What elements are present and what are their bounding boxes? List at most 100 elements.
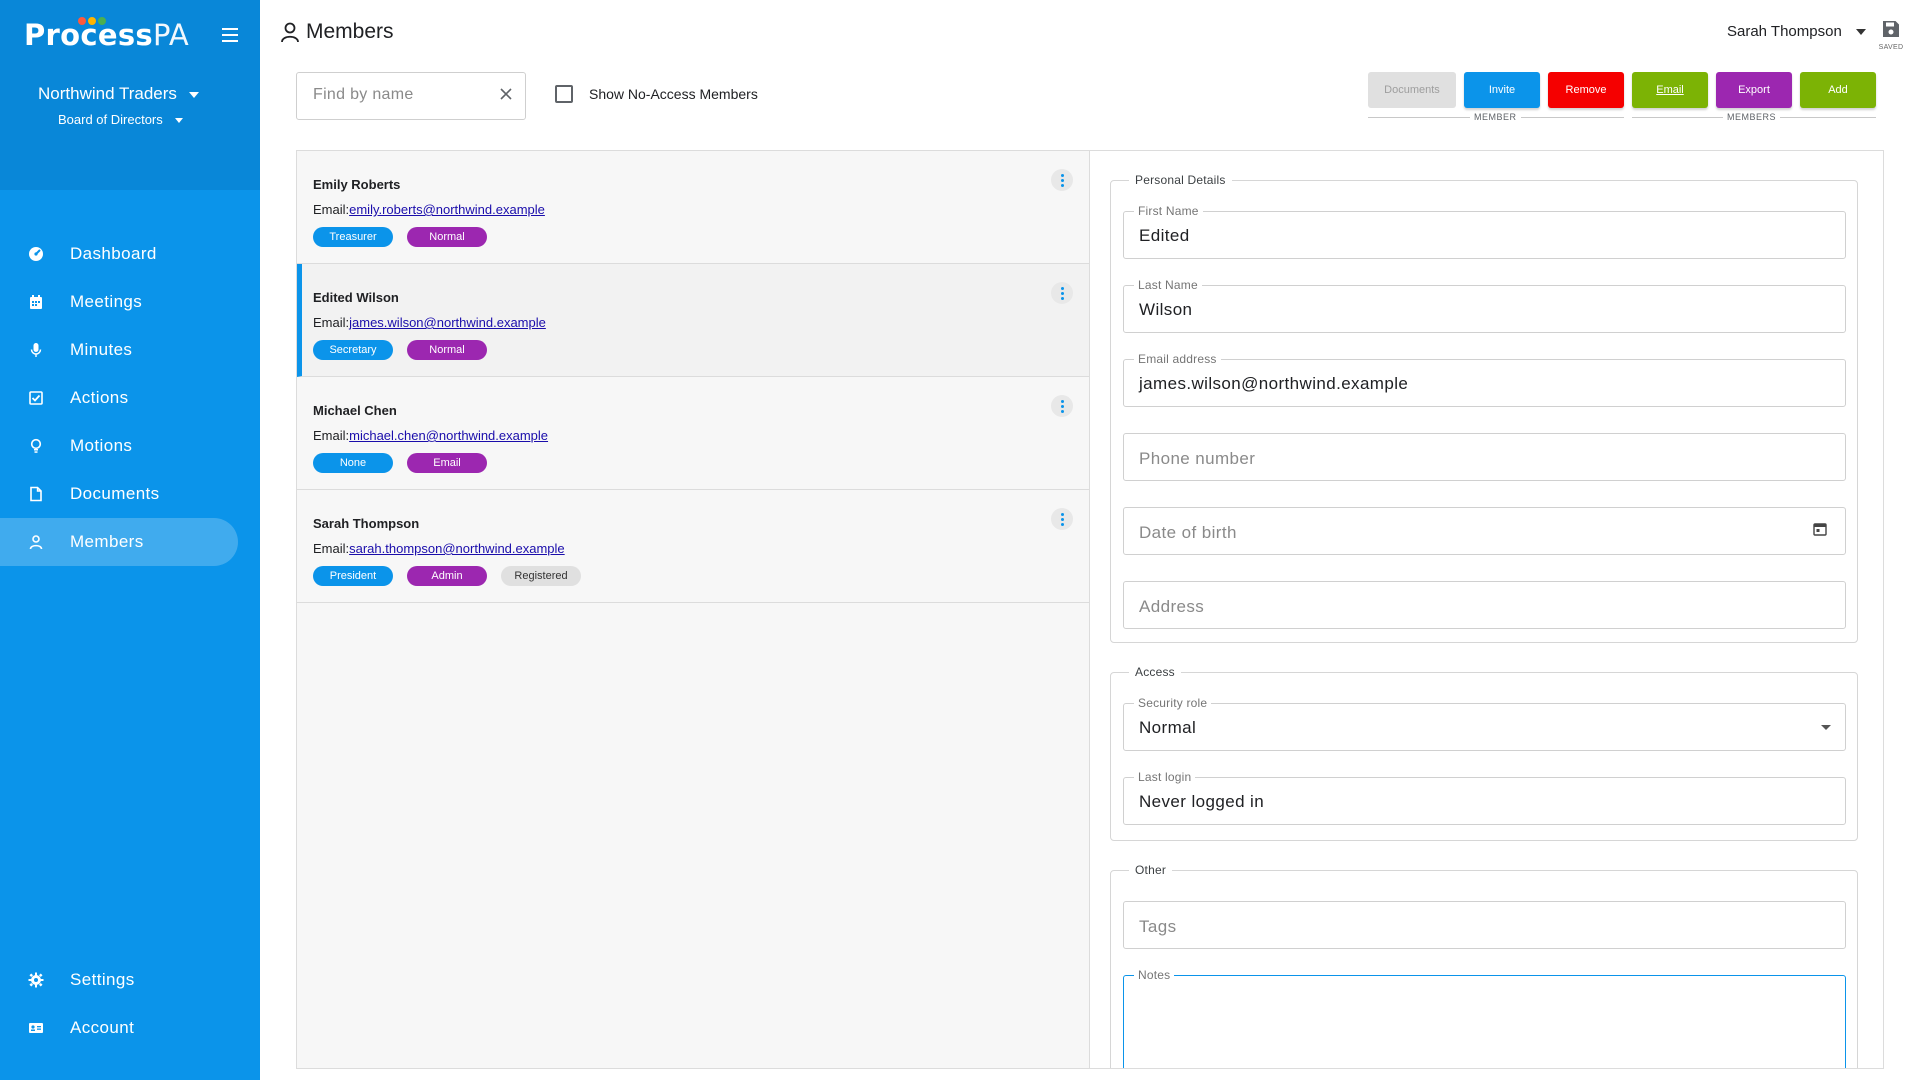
date-of-birth-field[interactable]: Date of birth — [1123, 507, 1846, 555]
section-legend: Access — [1135, 665, 1175, 679]
sidebar-item-label: Meetings — [70, 292, 143, 311]
other-section: Other Tags Notes — [1110, 863, 1858, 1068]
phone-field[interactable]: Phone number — [1123, 433, 1846, 481]
member-card[interactable]: Sarah Thompson Email:sarah.thompson@nort… — [297, 490, 1089, 603]
save-status-label: SAVED — [1878, 44, 1904, 51]
first-name-field[interactable]: First Name Edited — [1123, 204, 1846, 259]
organization-select[interactable]: Northwind Traders — [38, 84, 199, 104]
id-card-icon — [28, 1020, 44, 1036]
member-email-link[interactable]: emily.roberts@northwind.example — [349, 202, 545, 217]
member-tags: None Email — [313, 453, 501, 473]
last-name-field[interactable]: Last Name Wilson — [1123, 278, 1846, 333]
chevron-down-icon — [1821, 725, 1831, 730]
member-card[interactable]: Michael Chen Email:michael.chen@northwin… — [297, 377, 1089, 490]
field-label: Email address — [1134, 352, 1221, 366]
documents-button[interactable]: Documents — [1368, 72, 1456, 108]
member-email-label: Email: — [313, 541, 350, 556]
member-email-link[interactable]: sarah.thompson@northwind.example — [349, 541, 565, 556]
member-email: Email:sarah.thompson@northwind.example — [313, 541, 565, 556]
member-email: Email:michael.chen@northwind.example — [313, 428, 548, 443]
sidebar-item-label: Members — [70, 532, 144, 551]
invite-button-label: Invite — [1488, 84, 1516, 96]
remove-button[interactable]: Remove — [1548, 72, 1624, 108]
security-role-value: Normal — [1139, 718, 1197, 737]
member-email-link[interactable]: michael.chen@northwind.example — [349, 428, 548, 443]
show-no-access-label: Show No-Access Members — [589, 86, 758, 102]
organization-name: Northwind Traders — [38, 84, 177, 103]
email-field[interactable]: Email address james.wilson@northwind.exa… — [1123, 352, 1846, 407]
security-role-select[interactable]: Security role Normal — [1123, 696, 1846, 751]
last-login-value: Never logged in — [1139, 792, 1265, 811]
notes-textarea[interactable]: Notes — [1123, 968, 1846, 1068]
export-button-label: Export — [1738, 84, 1770, 96]
show-no-access-toggle[interactable]: Show No-Access Members — [555, 85, 758, 103]
sidebar-item-actions[interactable]: Actions — [0, 374, 238, 422]
invite-button[interactable]: Invite — [1464, 72, 1540, 108]
first-name-value: Edited — [1139, 226, 1190, 245]
sidebar-item-documents[interactable]: Documents — [0, 470, 238, 518]
member-email-link[interactable]: james.wilson@northwind.example — [349, 315, 546, 330]
app-logo[interactable]: ProcessPA — [24, 18, 189, 52]
sidebar-item-meetings[interactable]: Meetings — [0, 278, 238, 326]
lightbulb-icon — [28, 438, 44, 454]
board-name: Board of Directors — [58, 112, 163, 127]
calendar-icon[interactable] — [1813, 522, 1827, 541]
close-icon[interactable] — [499, 87, 513, 106]
role-badge: Secretary — [313, 340, 393, 360]
more-options-icon[interactable] — [1051, 169, 1073, 191]
section-legend: Personal Details — [1135, 173, 1226, 187]
member-detail-panel: Personal Details First Name Edited Last … — [1090, 150, 1884, 1069]
logo-text-light: PA — [152, 18, 190, 52]
email-button-label: Email — [1656, 84, 1684, 96]
sidebar-item-minutes[interactable]: Minutes — [0, 326, 238, 374]
sidebar-item-dashboard[interactable]: Dashboard — [0, 230, 238, 278]
page-title: Members — [280, 20, 394, 44]
checkbox-icon — [28, 390, 44, 406]
member-tags: President Admin Registered — [313, 566, 595, 586]
search-input[interactable] — [311, 85, 485, 105]
add-button[interactable]: Add — [1800, 72, 1876, 108]
field-label: First Name — [1134, 204, 1203, 218]
sidebar-item-account[interactable]: Account — [0, 1004, 238, 1052]
menu-toggle-icon[interactable] — [222, 28, 238, 42]
member-card[interactable]: Emily Roberts Email:emily.roberts@northw… — [297, 151, 1089, 264]
member-group-label: MEMBER — [1470, 112, 1521, 122]
role-badge: Treasurer — [313, 227, 393, 247]
sidebar-item-label: Settings — [70, 970, 135, 989]
save-icon — [1883, 21, 1899, 37]
sidebar-item-settings[interactable]: Settings — [0, 956, 238, 1004]
field-placeholder: Phone number — [1139, 449, 1256, 468]
board-select[interactable]: Board of Directors — [58, 112, 183, 127]
sidebar-item-members[interactable]: Members — [0, 518, 238, 566]
address-field[interactable]: Address — [1123, 581, 1846, 629]
sidebar-item-label: Dashboard — [70, 244, 157, 263]
email-value: james.wilson@northwind.example — [1139, 374, 1409, 393]
member-name: Emily Roberts — [313, 177, 401, 192]
field-placeholder: Address — [1139, 597, 1205, 616]
logo-text-bold: Process — [24, 18, 153, 52]
chevron-down-icon — [174, 118, 183, 124]
sidebar-item-motions[interactable]: Motions — [0, 422, 238, 470]
role-badge: President — [313, 566, 393, 586]
email-button[interactable]: Email — [1632, 72, 1708, 108]
save-button[interactable]: SAVED — [1876, 20, 1906, 51]
member-email-label: Email: — [313, 202, 350, 217]
field-label: Notes — [1134, 968, 1175, 982]
more-options-icon[interactable] — [1051, 395, 1073, 417]
last-name-value: Wilson — [1139, 300, 1193, 319]
export-button[interactable]: Export — [1716, 72, 1792, 108]
show-no-access-checkbox[interactable] — [555, 85, 573, 103]
access-section: Access Security role Normal Last login N… — [1110, 665, 1858, 841]
tags-field[interactable]: Tags — [1123, 901, 1846, 949]
remove-button-label: Remove — [1565, 84, 1607, 96]
search-field — [296, 72, 526, 120]
field-label: Security role — [1134, 696, 1212, 710]
user-menu[interactable]: Sarah Thompson — [1727, 23, 1866, 40]
more-options-icon[interactable] — [1051, 508, 1073, 530]
more-options-icon[interactable] — [1051, 282, 1073, 304]
security-badge: Normal — [407, 340, 487, 360]
sidebar-item-label: Documents — [70, 484, 160, 503]
field-placeholder: Date of birth — [1139, 523, 1237, 542]
page-title-text: Members — [306, 20, 394, 43]
member-card[interactable]: Edited Wilson Email:james.wilson@northwi… — [297, 264, 1089, 377]
